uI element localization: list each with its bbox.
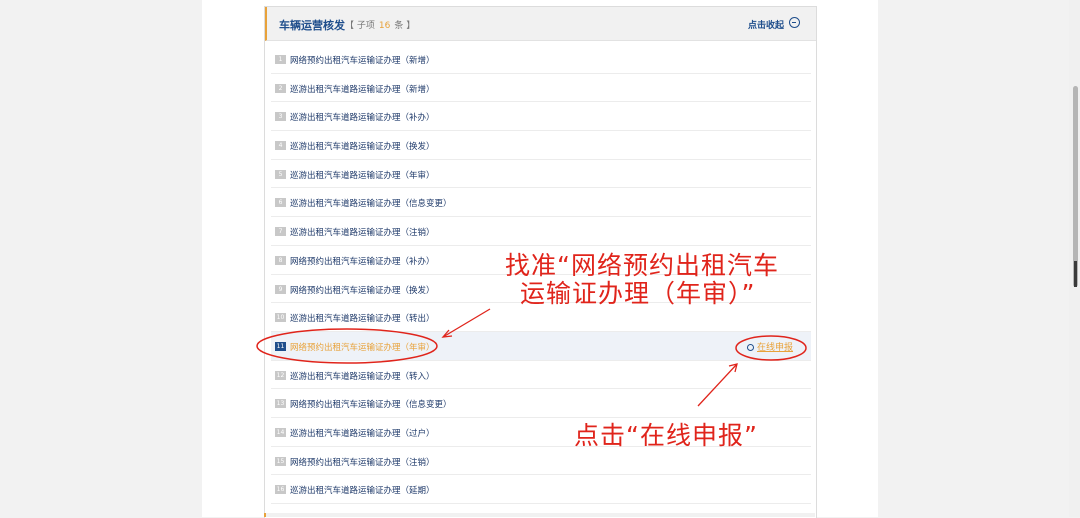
panel-title: 车辆运营核发 [279,19,345,32]
list-item[interactable]: 1 网络预约出租汽车运输证办理（新增） [271,45,811,74]
item-number-badge: 11 [275,341,286,351]
item-number-badge: 1 [275,55,286,64]
item-number-badge: 15 [275,456,286,466]
list-item[interactable]: 12 巡游出租汽车道路运输证办理（转入） [271,361,811,390]
item-count: 【 子项 16 条 】 [345,18,415,31]
collapse-link[interactable]: 点击收起 [748,18,784,31]
list-item[interactable]: 4 巡游出租汽车道路运输证办理（换发） [271,131,811,160]
list-item[interactable]: 5 巡游出租汽车道路运输证办理（年审） [271,160,811,189]
count-suffix: 条 】 [394,21,416,31]
list-item[interactable]: 6 巡游出租汽车道路运输证办理（信息变更） [271,188,811,218]
list-item[interactable]: 11 网络预约出租汽车运输证办理（年审） 在线申报 [271,331,811,361]
online-apply-button[interactable]: 在线申报 [747,340,793,353]
next-panel-edge [264,513,815,517]
item-label[interactable]: 巡游出租汽车道路运输证办理（注销） [290,226,435,238]
item-label[interactable]: 网络预约出租汽车运输证办理（年审） [290,341,435,353]
count-prefix: 【 子项 [345,21,375,31]
list-item[interactable]: 2 巡游出租汽车道路运输证办理（新增） [271,74,811,103]
item-label[interactable]: 网络预约出租汽车运输证办理（补办） [290,255,435,267]
item-label[interactable]: 巡游出租汽车道路运输证办理（换发） [290,140,435,152]
item-number-badge: 13 [275,399,286,409]
item-label[interactable]: 巡游出租汽车道路运输证办理（新增） [290,83,435,95]
list-item[interactable]: 13 网络预约出租汽车运输证办理（信息变更） [271,389,811,418]
item-number-badge: 4 [275,141,286,151]
item-number-badge: 9 [275,284,286,294]
item-label[interactable]: 巡游出租汽车道路运输证办理（信息变更） [290,197,452,209]
panel-header: 车辆运营核发 【 子项 16 条 】 点击收起 [265,7,816,41]
item-label[interactable]: 网络预约出租汽车运输证办理（注销） [290,456,435,468]
item-number-badge: 12 [275,370,286,380]
item-label[interactable]: 巡游出租汽车道路运输证办理（补办） [290,111,435,123]
item-label[interactable]: 巡游出租汽车道路运输证办理（转出） [290,312,435,324]
item-label[interactable]: 巡游出租汽车道路运输证办理（过户） [290,427,435,439]
collapse-icon[interactable] [789,17,800,28]
item-number-badge: 5 [275,169,286,179]
item-label[interactable]: 巡游出租汽车道路运输证办理（延期） [290,484,435,496]
item-number-badge: 3 [275,112,286,122]
item-number-badge: 16 [275,485,286,495]
item-label[interactable]: 网络预约出租汽车运输证办理（信息变更） [290,398,452,410]
history-icon [747,343,754,351]
item-number-badge: 8 [275,255,286,265]
item-label[interactable]: 巡游出租汽车道路运输证办理（年审） [290,169,435,181]
item-label[interactable]: 网络预约出租汽车运输证办理（新增） [290,54,435,66]
annotation-click-hint: 点击“在线申报” [574,421,758,450]
scroll-thumb[interactable] [1073,86,1078,287]
item-label[interactable]: 网络预约出租汽车运输证办理（换发） [290,284,435,296]
item-label[interactable]: 巡游出租汽车道路运输证办理（转入） [290,370,435,382]
item-number-badge: 6 [275,198,286,208]
item-number-badge: 2 [275,83,286,93]
scroll-position-marker [1074,261,1077,287]
list-item[interactable]: 3 巡游出租汽车道路运输证办理（补办） [271,102,811,132]
annotation-find-line2: 运输证办理（年审）” [520,279,756,308]
count-value: 16 [378,21,391,31]
item-number-badge: 14 [275,427,286,437]
list-item[interactable]: 16 巡游出租汽车道路运输证办理（延期） [271,475,811,504]
list-item[interactable]: 7 巡游出租汽车道路运输证办理（注销） [271,217,811,246]
item-number-badge: 10 [275,313,286,323]
online-apply-label: 在线申报 [757,342,794,353]
item-number-badge: 7 [275,227,286,237]
